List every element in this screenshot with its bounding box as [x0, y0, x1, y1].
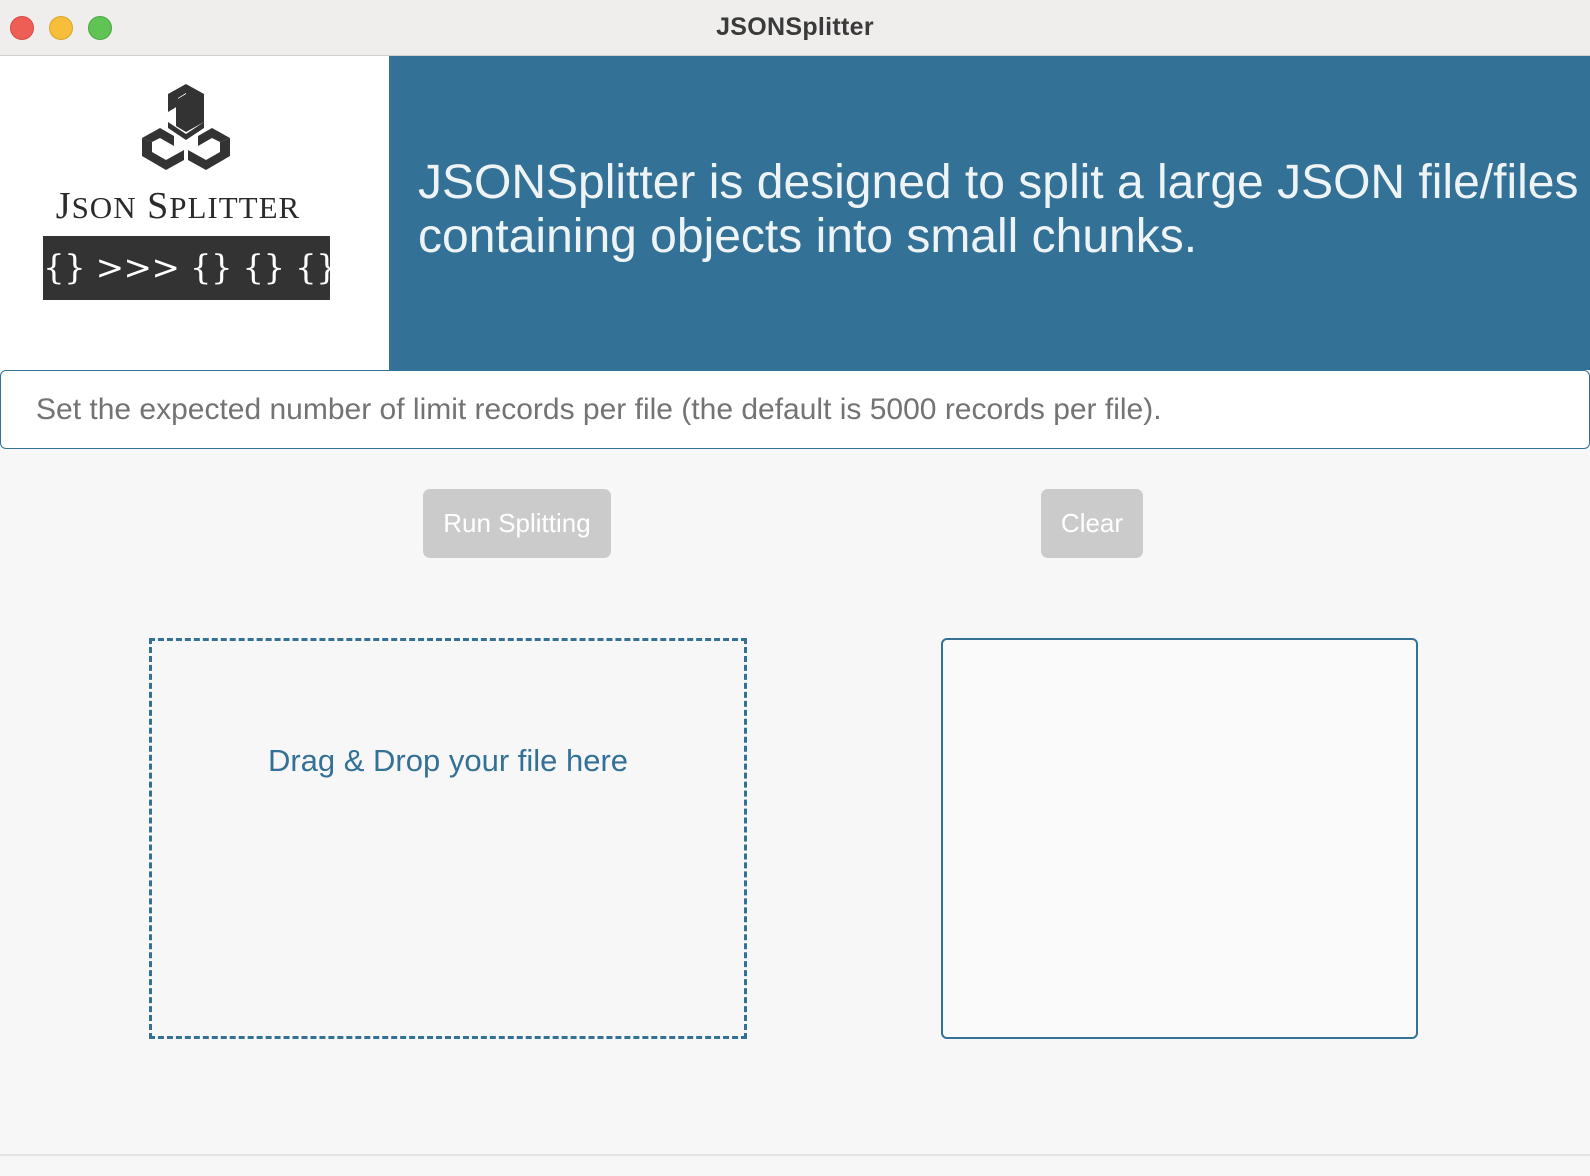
bottom-divider [0, 1154, 1590, 1156]
run-splitting-button[interactable]: Run Splitting [423, 489, 611, 558]
title-bar[interactable]: JSONSplitter [0, 0, 1590, 56]
header: JSON SPLITTER {} >>> {} {} {} {} JSONSpl… [0, 56, 1590, 370]
app-window: JSONSplitter JSON SPLITTER {} >>> {} {} … [0, 0, 1590, 1176]
logo-wordmark: JSON SPLITTER [55, 185, 301, 227]
file-drop-zone[interactable]: Drag & Drop your file here [149, 638, 747, 1039]
description-line-2: containing objects into small chunks. [418, 210, 1198, 263]
description-text: JSONSplitter is designed to split a larg… [418, 156, 1590, 264]
output-text-area[interactable] [941, 638, 1418, 1039]
drop-zone-label: Drag & Drop your file here [267, 743, 629, 778]
description-line-1: JSONSplitter is designed to split a larg… [418, 156, 1579, 209]
clear-button[interactable]: Clear [1041, 489, 1143, 558]
splitter-logo-icon [142, 84, 230, 170]
description-banner: JSONSplitter is designed to split a larg… [389, 56, 1590, 370]
logo-panel: JSON SPLITTER {} >>> {} {} {} {} [0, 56, 390, 370]
window-title: JSONSplitter [716, 13, 874, 41]
records-limit-input[interactable] [0, 370, 1590, 449]
logo-badge: {} >>> {} {} {} {} [43, 236, 390, 300]
logo-badge-text: {} >>> {} {} {} {} [43, 248, 390, 288]
